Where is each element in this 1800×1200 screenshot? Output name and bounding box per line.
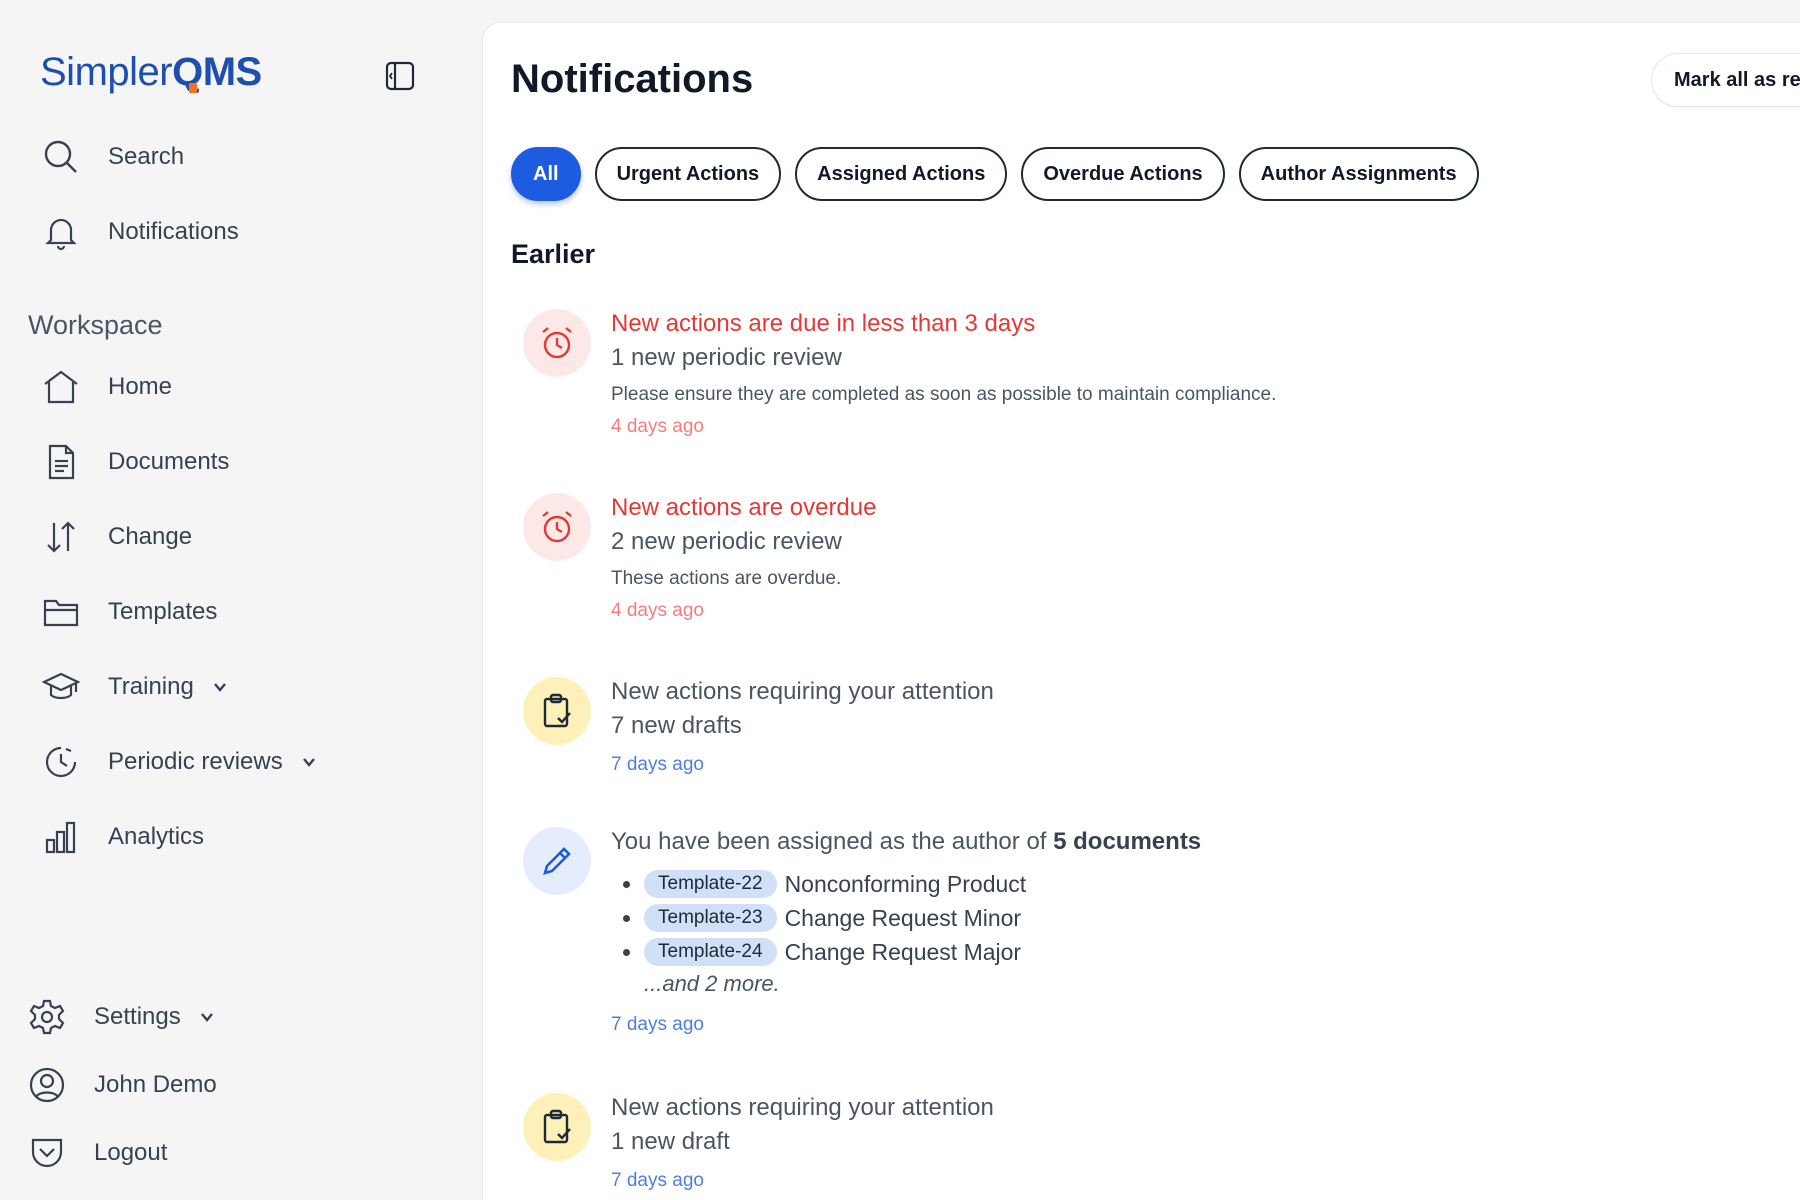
- list-item: Template-23 Change Request Minor: [623, 901, 1511, 935]
- sidebar-item-logout[interactable]: Logout: [26, 1126, 167, 1180]
- sidebar-item-label: Periodic reviews: [108, 748, 283, 775]
- graduation-cap-icon: [40, 666, 82, 708]
- clock-cycle-icon: [40, 741, 82, 783]
- clipboard-check-icon: [523, 1093, 591, 1161]
- notification-subtitle: 1 new draft: [611, 1128, 730, 1155]
- sidebar-item-notifications[interactable]: Notifications: [40, 205, 239, 259]
- sidebar-item-label: Home: [108, 373, 173, 400]
- notification-subtitle: 7 new drafts: [611, 712, 742, 739]
- bell-icon: [40, 211, 82, 253]
- arrows-up-down-icon: [40, 516, 82, 558]
- document-name[interactable]: Change Request Minor: [785, 905, 1022, 932]
- filter-assigned-actions[interactable]: Assigned Actions: [795, 147, 1008, 201]
- logout-icon: [26, 1132, 68, 1174]
- logo-accent-mark: [189, 83, 198, 93]
- notifications-panel: Notifications Mark all as re All Urgent …: [482, 22, 1800, 1200]
- brand-logo[interactable]: Simpler Q MS: [40, 50, 262, 95]
- sidebar-item-analytics[interactable]: Analytics: [40, 810, 204, 864]
- notification-time: 7 days ago: [611, 754, 704, 775]
- sidebar-item-search[interactable]: Search: [40, 130, 184, 184]
- clipboard-check-icon: [523, 677, 591, 745]
- sidebar-item-home[interactable]: Home: [40, 360, 172, 414]
- filter-author-assignments[interactable]: Author Assignments: [1238, 147, 1479, 201]
- home-icon: [40, 366, 82, 408]
- sidebar-item-label: Notifications: [108, 218, 239, 245]
- sidebar-item-label: Templates: [108, 598, 218, 625]
- page-title: Notifications: [511, 57, 754, 101]
- bullet: [623, 914, 630, 922]
- list-item: Template-24 Change Request Major: [623, 935, 1511, 969]
- filter-all[interactable]: All: [511, 147, 581, 201]
- brand-name-q: Q: [172, 50, 203, 94]
- sidebar-item-label: Search: [108, 143, 185, 170]
- sidebar-item-label: Change: [108, 523, 193, 550]
- workspace-section-label: Workspace: [28, 310, 163, 340]
- notification-description: Please ensure they are completed as soon…: [611, 384, 1277, 405]
- document-name[interactable]: Nonconforming Product: [785, 871, 1027, 898]
- notification-time: 7 days ago: [611, 1170, 704, 1191]
- notification-description: These actions are overdue.: [611, 568, 842, 589]
- bullet: [623, 948, 630, 956]
- notification-time: 4 days ago: [611, 416, 704, 437]
- document-count: 5 documents: [1053, 828, 1202, 855]
- sidebar-item-change[interactable]: Change: [40, 510, 192, 564]
- template-tag[interactable]: Template-23: [644, 904, 777, 932]
- sidebar-item-label: Settings: [94, 1003, 181, 1030]
- folder-icon: [40, 591, 82, 633]
- sidebar-toggle-icon: [385, 61, 415, 91]
- bullet: [623, 880, 630, 888]
- alarm-clock-icon: [523, 309, 591, 377]
- sidebar-item-label: John Demo: [94, 1071, 217, 1098]
- list-item: Template-22 Nonconforming Product: [623, 867, 1511, 901]
- document-name[interactable]: Change Request Major: [785, 939, 1022, 966]
- chevron-down-icon[interactable]: [212, 679, 228, 695]
- notification-time: 7 days ago: [611, 1014, 704, 1035]
- chevron-down-icon[interactable]: [199, 1009, 215, 1025]
- template-tag[interactable]: Template-24: [644, 938, 777, 966]
- notification-title: New actions are overdue: [611, 494, 877, 521]
- filter-overdue-actions[interactable]: Overdue Actions: [1021, 147, 1225, 201]
- notification-title: New actions requiring your attention: [611, 1094, 994, 1121]
- notification-title: You have been assigned as the author of …: [611, 828, 1202, 855]
- group-label-earlier: Earlier: [511, 239, 596, 269]
- brand-name-light: Simpler: [40, 50, 173, 94]
- sidebar-item-label: Documents: [108, 448, 230, 475]
- document-icon: [40, 441, 82, 483]
- bar-chart-icon: [40, 816, 82, 858]
- collapse-sidebar-button[interactable]: [380, 56, 420, 96]
- sidebar: Simpler Q MS Search Notifications Worksp…: [0, 0, 482, 1200]
- sidebar-item-settings[interactable]: Settings: [26, 990, 215, 1044]
- sidebar-item-label: Training: [108, 673, 194, 700]
- sidebar-item-training[interactable]: Training: [40, 660, 228, 714]
- notification-title: New actions requiring your attention: [611, 678, 994, 705]
- filter-urgent-actions[interactable]: Urgent Actions: [594, 147, 782, 201]
- brand-name-bold: MS: [202, 50, 263, 94]
- chevron-down-icon[interactable]: [301, 754, 317, 770]
- sidebar-item-label: Analytics: [108, 823, 205, 850]
- filter-tabs: All Urgent Actions Assigned Actions Over…: [511, 147, 1479, 201]
- mark-all-read-button[interactable]: Mark all as re: [1651, 53, 1800, 107]
- sidebar-item-periodic-reviews[interactable]: Periodic reviews: [40, 735, 317, 789]
- assigned-documents-list: Template-22 Nonconforming Product Templa…: [611, 867, 1511, 997]
- sidebar-item-templates[interactable]: Templates: [40, 585, 217, 639]
- user-circle-icon: [26, 1064, 68, 1106]
- sidebar-item-documents[interactable]: Documents: [40, 435, 229, 489]
- pencil-icon: [523, 827, 591, 895]
- notification-subtitle: 1 new periodic review: [611, 344, 842, 371]
- alarm-clock-icon: [523, 493, 591, 561]
- search-icon: [40, 136, 82, 178]
- more-documents-text: ...and 2 more.: [644, 971, 780, 996]
- sidebar-item-label: Logout: [94, 1139, 168, 1166]
- notification-time: 4 days ago: [611, 600, 704, 621]
- notification-subtitle: 2 new periodic review: [611, 528, 842, 555]
- notification-title: New actions are due in less than 3 days: [611, 310, 1036, 337]
- sidebar-item-user[interactable]: John Demo: [26, 1058, 217, 1112]
- template-tag[interactable]: Template-22: [644, 870, 777, 898]
- gear-icon: [26, 996, 68, 1038]
